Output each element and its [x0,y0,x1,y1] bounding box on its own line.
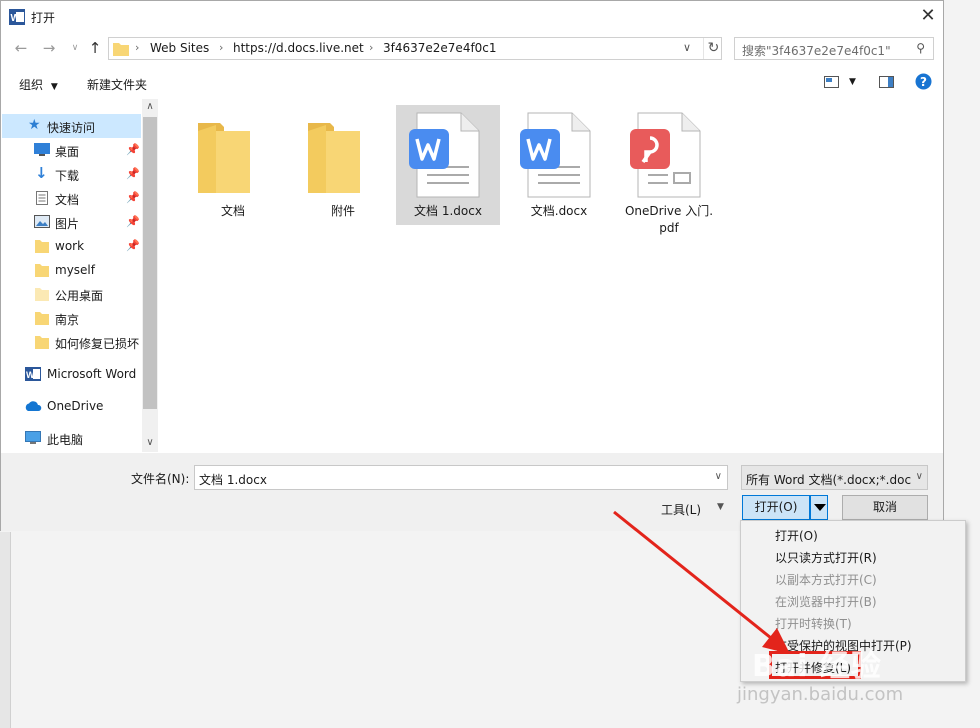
baidu-watermark: Bai 经验 [752,649,882,684]
annotation-arrow [613,510,790,654]
watermark-url: jingyan.baidu.com [737,684,904,705]
